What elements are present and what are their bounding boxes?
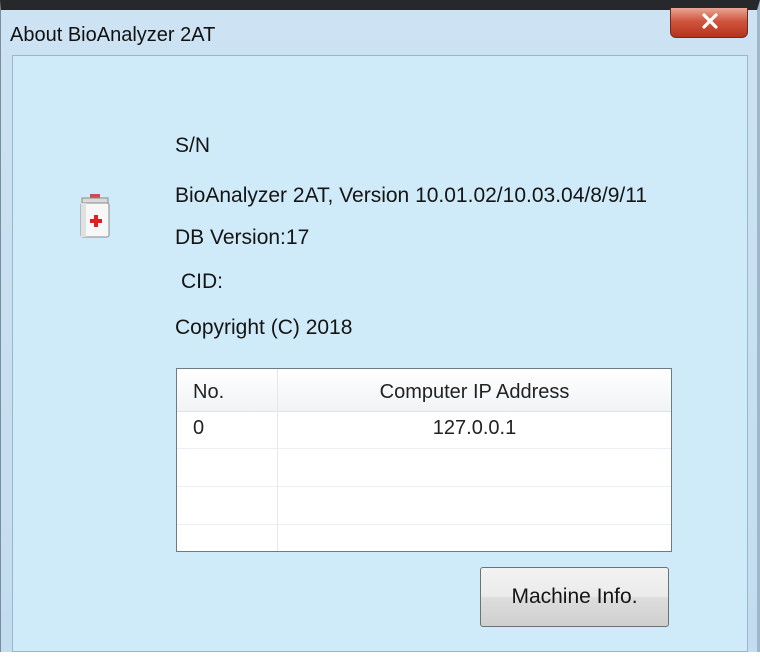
close-x-icon <box>702 13 718 29</box>
db-version-label: DB Version:17 <box>175 226 310 249</box>
table-row-empty <box>177 449 671 487</box>
cid-label: CID: <box>181 270 223 293</box>
machine-info-button[interactable]: Machine Info. <box>480 567 669 627</box>
column-header-no[interactable]: No. <box>193 381 224 404</box>
table-row[interactable]: 0 127.0.0.1 <box>177 411 671 449</box>
window-bottom-edge <box>0 652 760 661</box>
title-bar[interactable]: About BioAnalyzer 2AT <box>1 8 757 55</box>
close-button[interactable] <box>670 8 748 38</box>
table-row-empty <box>177 525 671 551</box>
column-header-ip-address[interactable]: Computer IP Address <box>278 381 671 404</box>
table-row-empty <box>177 487 671 525</box>
ip-address-table[interactable]: No. Computer IP Address 0 127.0.0.1 <box>176 368 672 552</box>
dialog-content <box>12 55 748 652</box>
row-ip-address: 127.0.0.1 <box>432 417 517 439</box>
window-title: About BioAnalyzer 2AT <box>10 24 216 46</box>
row-number: 0 <box>193 417 205 439</box>
table-header: No. Computer IP Address <box>177 369 671 412</box>
copyright-label: Copyright (C) 2018 <box>175 316 353 339</box>
first-aid-kit-icon <box>78 193 112 239</box>
serial-number-label: S/N <box>175 134 211 157</box>
version-label: BioAnalyzer 2AT, Version 10.01.02/10.03.… <box>175 184 648 207</box>
